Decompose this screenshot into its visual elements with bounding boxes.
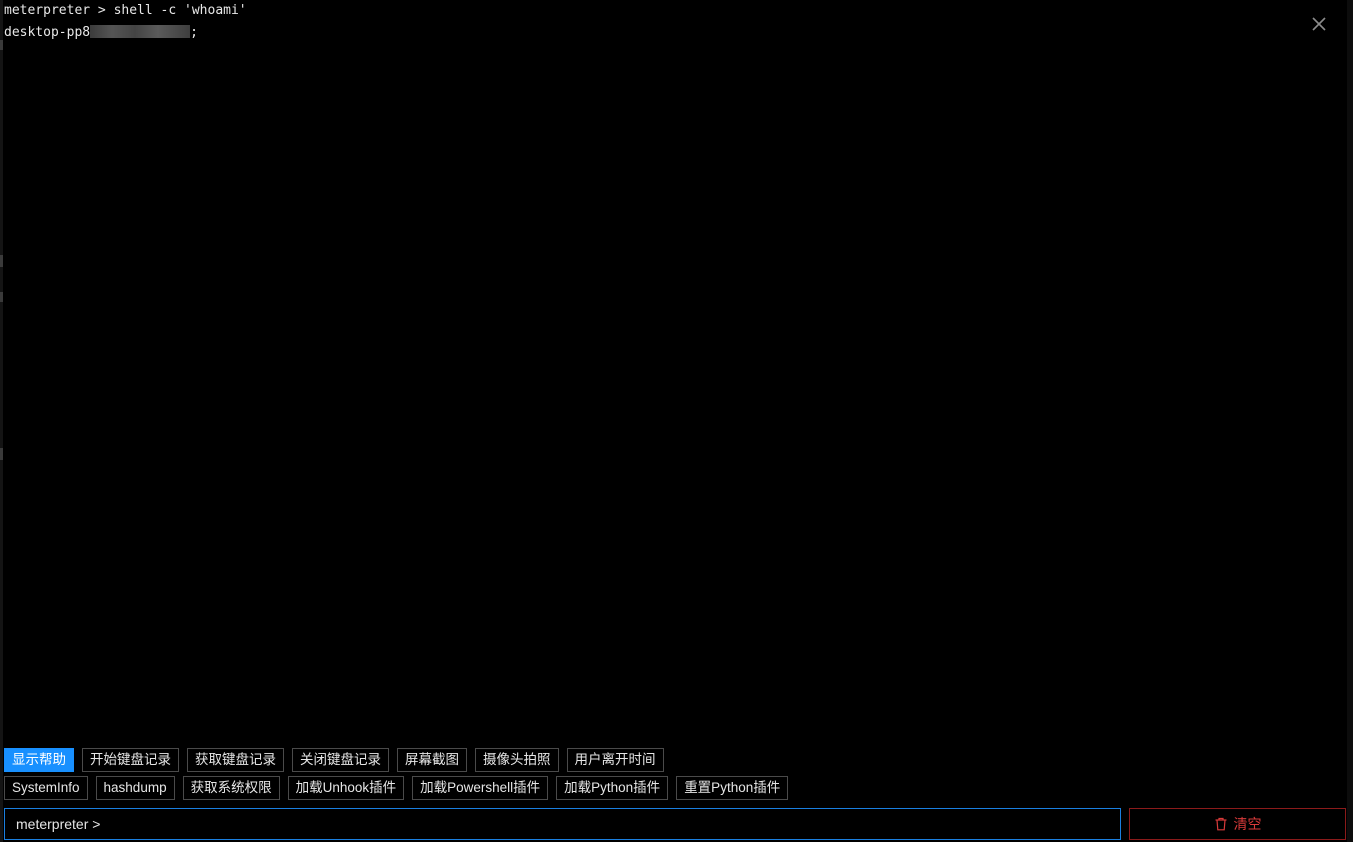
meterpreter-console-window: meterpreter > shell -c 'whoami' desktop-…: [0, 0, 1353, 842]
hashdump-button[interactable]: hashdump: [95, 776, 175, 800]
scrollbar-track: [1347, 0, 1353, 842]
screenshot-button[interactable]: 屏幕截图: [397, 748, 467, 772]
terminal-line-output: desktop-pp8;: [4, 22, 1304, 44]
clear-button[interactable]: 清空: [1129, 808, 1346, 840]
load-powershell-button[interactable]: 加载Powershell插件: [412, 776, 549, 800]
background-window-edge: [0, 0, 3, 842]
webcam-snap-button[interactable]: 摄像头拍照: [475, 748, 559, 772]
command-prompt-prefix: meterpreter >: [16, 816, 101, 832]
systeminfo-button[interactable]: SystemInfo: [4, 776, 88, 800]
terminal-output-visible: desktop-pp8: [4, 25, 91, 40]
command-input-box[interactable]: meterpreter >: [4, 808, 1121, 840]
load-unhook-button[interactable]: 加载Unhook插件: [287, 776, 405, 800]
get-keylog-button[interactable]: 获取键盘记录: [187, 748, 284, 772]
redacted-text: [90, 25, 191, 38]
terminal-output: meterpreter > shell -c 'whoami' desktop-…: [4, 0, 1304, 740]
reset-python-button[interactable]: 重置Python插件: [676, 776, 789, 800]
stop-keylog-button[interactable]: 关闭键盘记录: [292, 748, 389, 772]
terminal-output-suffix: ;: [190, 25, 198, 40]
close-icon: [1312, 17, 1326, 31]
command-input[interactable]: [100, 810, 1120, 838]
terminal-line-command: meterpreter > shell -c 'whoami': [4, 3, 247, 18]
start-keylog-button[interactable]: 开始键盘记录: [82, 748, 179, 772]
show-help-button[interactable]: 显示帮助: [4, 748, 74, 772]
get-system-button[interactable]: 获取系统权限: [182, 776, 280, 800]
clear-button-label: 清空: [1233, 816, 1262, 832]
user-idle-time-button[interactable]: 用户离开时间: [566, 748, 664, 772]
quick-command-row-2: SystemInfo hashdump 获取系统权限 加载Unhook插件 加载…: [4, 776, 789, 800]
load-python-button[interactable]: 加载Python插件: [556, 776, 669, 800]
close-button[interactable]: [1308, 13, 1330, 35]
trash-icon: [1215, 817, 1226, 831]
quick-command-row-1: 显示帮助 开始键盘记录 获取键盘记录 关闭键盘记录 屏幕截图 摄像头拍照 用户离…: [4, 748, 664, 772]
